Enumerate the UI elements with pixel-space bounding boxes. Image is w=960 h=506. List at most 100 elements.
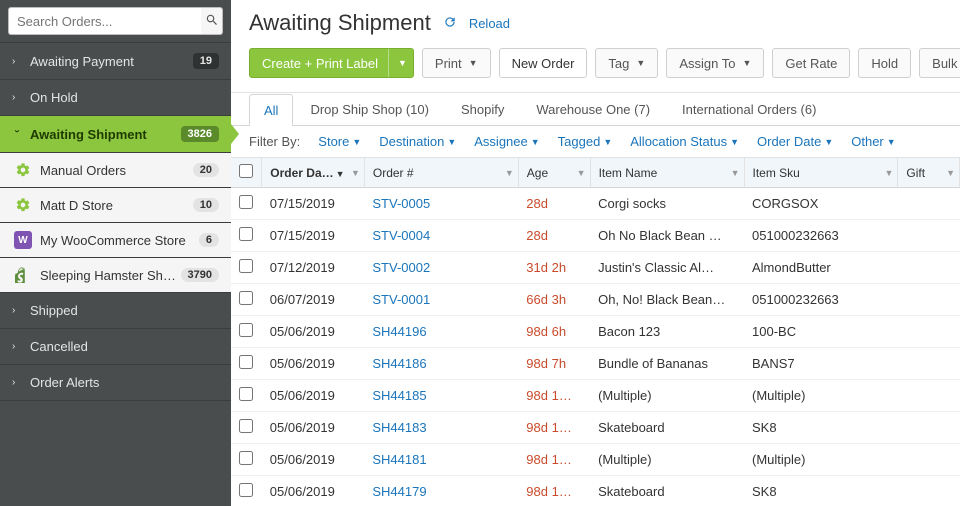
cell-checkbox[interactable] [231,380,262,412]
bulk-update-button[interactable]: Bulk Update [919,48,960,78]
caret-down-icon: ▼ [742,58,751,68]
cell-date: 05/06/2019 [262,476,365,506]
row-checkbox[interactable] [239,259,253,273]
print-button[interactable]: Print▼ [422,48,491,78]
tab-international[interactable]: International Orders (6) [667,93,831,125]
table-row[interactable]: 07/12/2019STV-000231d 2hJustin's Classic… [231,252,960,284]
cell-order-link[interactable]: SH44183 [364,412,518,444]
cell-sku: (Multiple) [744,380,898,412]
col-item-sku[interactable]: Item Sku▼ [744,158,898,188]
col-order-number[interactable]: Order #▼ [364,158,518,188]
row-checkbox[interactable] [239,195,253,209]
cell-date: 07/12/2019 [262,252,365,284]
cell-order-link[interactable]: STV-0001 [364,284,518,316]
cell-checkbox[interactable] [231,476,262,506]
sidebar-sub-woocommerce[interactable]: W My WooCommerce Store 6 [0,223,231,258]
filter-other[interactable]: Other▼ [851,134,895,149]
sidebar-item-on-hold[interactable]: › On Hold [0,80,231,116]
cell-order-link[interactable]: STV-0002 [364,252,518,284]
cell-age: 98d 6h [518,316,590,348]
sidebar-item-awaiting-shipment[interactable]: › Awaiting Shipment 3826 [0,116,231,153]
row-checkbox[interactable] [239,355,253,369]
tab-shopify[interactable]: Shopify [446,93,519,125]
tab-warehouse-one[interactable]: Warehouse One (7) [521,93,665,125]
cell-order-link[interactable]: SH44196 [364,316,518,348]
row-checkbox[interactable] [239,227,253,241]
table-row[interactable]: 05/06/2019SH4418598d 1…(Multiple)(Multip… [231,380,960,412]
cell-checkbox[interactable] [231,284,262,316]
col-age[interactable]: Age▼ [518,158,590,188]
filter-tagged[interactable]: Tagged▼ [558,134,613,149]
chevron-right-icon: › [12,305,22,316]
button-label: Create + Print Label [262,56,378,71]
filter-order-date[interactable]: Order Date▼ [757,134,833,149]
sidebar-item-awaiting-payment[interactable]: › Awaiting Payment 19 [0,43,231,80]
filter-assignee[interactable]: Assignee▼ [474,134,539,149]
cell-checkbox[interactable] [231,444,262,476]
cell-checkbox[interactable] [231,188,262,220]
tab-all[interactable]: All [249,94,293,126]
reload-icon[interactable] [443,15,457,32]
chevron-right-icon: › [12,377,22,388]
tab-drop-ship[interactable]: Drop Ship Shop (10) [295,93,444,125]
sidebar-item-order-alerts[interactable]: › Order Alerts [0,365,231,401]
search-button[interactable] [201,7,223,35]
table-row[interactable]: 05/06/2019SH4418698d 7hBundle of Bananas… [231,348,960,380]
chevron-right-icon: › [12,56,22,67]
cell-order-link[interactable]: SH44186 [364,348,518,380]
button-label: Assign To [679,56,735,71]
table-row[interactable]: 07/15/2019STV-000528dCorgi socksCORGSOX [231,188,960,220]
new-order-button[interactable]: New Order [499,48,588,78]
create-print-label-button[interactable]: Create + Print Label ▼ [249,48,414,78]
get-rate-button[interactable]: Get Rate [772,48,850,78]
table-row[interactable]: 06/07/2019STV-000166d 3hOh, No! Black Be… [231,284,960,316]
col-checkbox[interactable] [231,158,262,188]
hold-button[interactable]: Hold [858,48,911,78]
cell-gift [898,412,960,444]
assign-to-button[interactable]: Assign To ▼ [666,48,764,78]
button-label: Print [435,56,462,71]
row-checkbox[interactable] [239,451,253,465]
row-checkbox[interactable] [239,387,253,401]
table-row[interactable]: 05/06/2019SH4418198d 1…(Multiple)(Multip… [231,444,960,476]
row-checkbox[interactable] [239,323,253,337]
table-row[interactable]: 05/06/2019SH4417998d 1…SkateboardSK8 [231,476,960,506]
cell-order-link[interactable]: STV-0005 [364,188,518,220]
col-item-name[interactable]: Item Name▼ [590,158,744,188]
cell-order-link[interactable]: STV-0004 [364,220,518,252]
row-checkbox[interactable] [239,291,253,305]
table-row[interactable]: 05/06/2019SH4419698d 6hBacon 123100-BC [231,316,960,348]
col-gift[interactable]: Gift▼ [898,158,960,188]
filter-destination[interactable]: Destination▼ [379,134,456,149]
filter-store[interactable]: Store▼ [318,134,361,149]
search-input[interactable] [8,7,201,35]
sidebar-item-shipped[interactable]: › Shipped [0,293,231,329]
row-checkbox[interactable] [239,419,253,433]
tag-button[interactable]: Tag▼ [595,48,658,78]
sidebar-sub-sleeping-hamster[interactable]: Sleeping Hamster Sh… 3790 [0,258,231,293]
cell-checkbox[interactable] [231,220,262,252]
cell-order-link[interactable]: SH44185 [364,380,518,412]
col-order-date[interactable]: Order Da…▼▼ [262,158,365,188]
cell-order-link[interactable]: SH44181 [364,444,518,476]
table-row[interactable]: 05/06/2019SH4418398d 1…SkateboardSK8 [231,412,960,444]
filter-allocation[interactable]: Allocation Status▼ [630,134,739,149]
table-row[interactable]: 07/15/2019STV-000428dOh No Black Bean …0… [231,220,960,252]
row-checkbox[interactable] [239,483,253,497]
sidebar-sub-manual-orders[interactable]: Manual Orders 20 [0,153,231,188]
orders-table-wrap[interactable]: Order Da…▼▼ Order #▼ Age▼ Item Name▼ Ite… [231,158,960,506]
sidebar-sub-matt-d-store[interactable]: Matt D Store 10 [0,188,231,223]
cell-sku: SK8 [744,476,898,506]
cell-checkbox[interactable] [231,412,262,444]
cell-gift [898,348,960,380]
sidebar-item-cancelled[interactable]: › Cancelled [0,329,231,365]
reload-link[interactable]: Reload [469,16,510,31]
cell-checkbox[interactable] [231,316,262,348]
cell-checkbox[interactable] [231,348,262,380]
filter-bar: Filter By: Store▼ Destination▼ Assignee▼… [231,126,960,158]
cell-order-link[interactable]: SH44179 [364,476,518,506]
cell-checkbox[interactable] [231,252,262,284]
select-all-checkbox[interactable] [239,164,253,178]
tab-label: Drop Ship Shop (10) [310,102,429,117]
cell-item-name: Bacon 123 [590,316,744,348]
